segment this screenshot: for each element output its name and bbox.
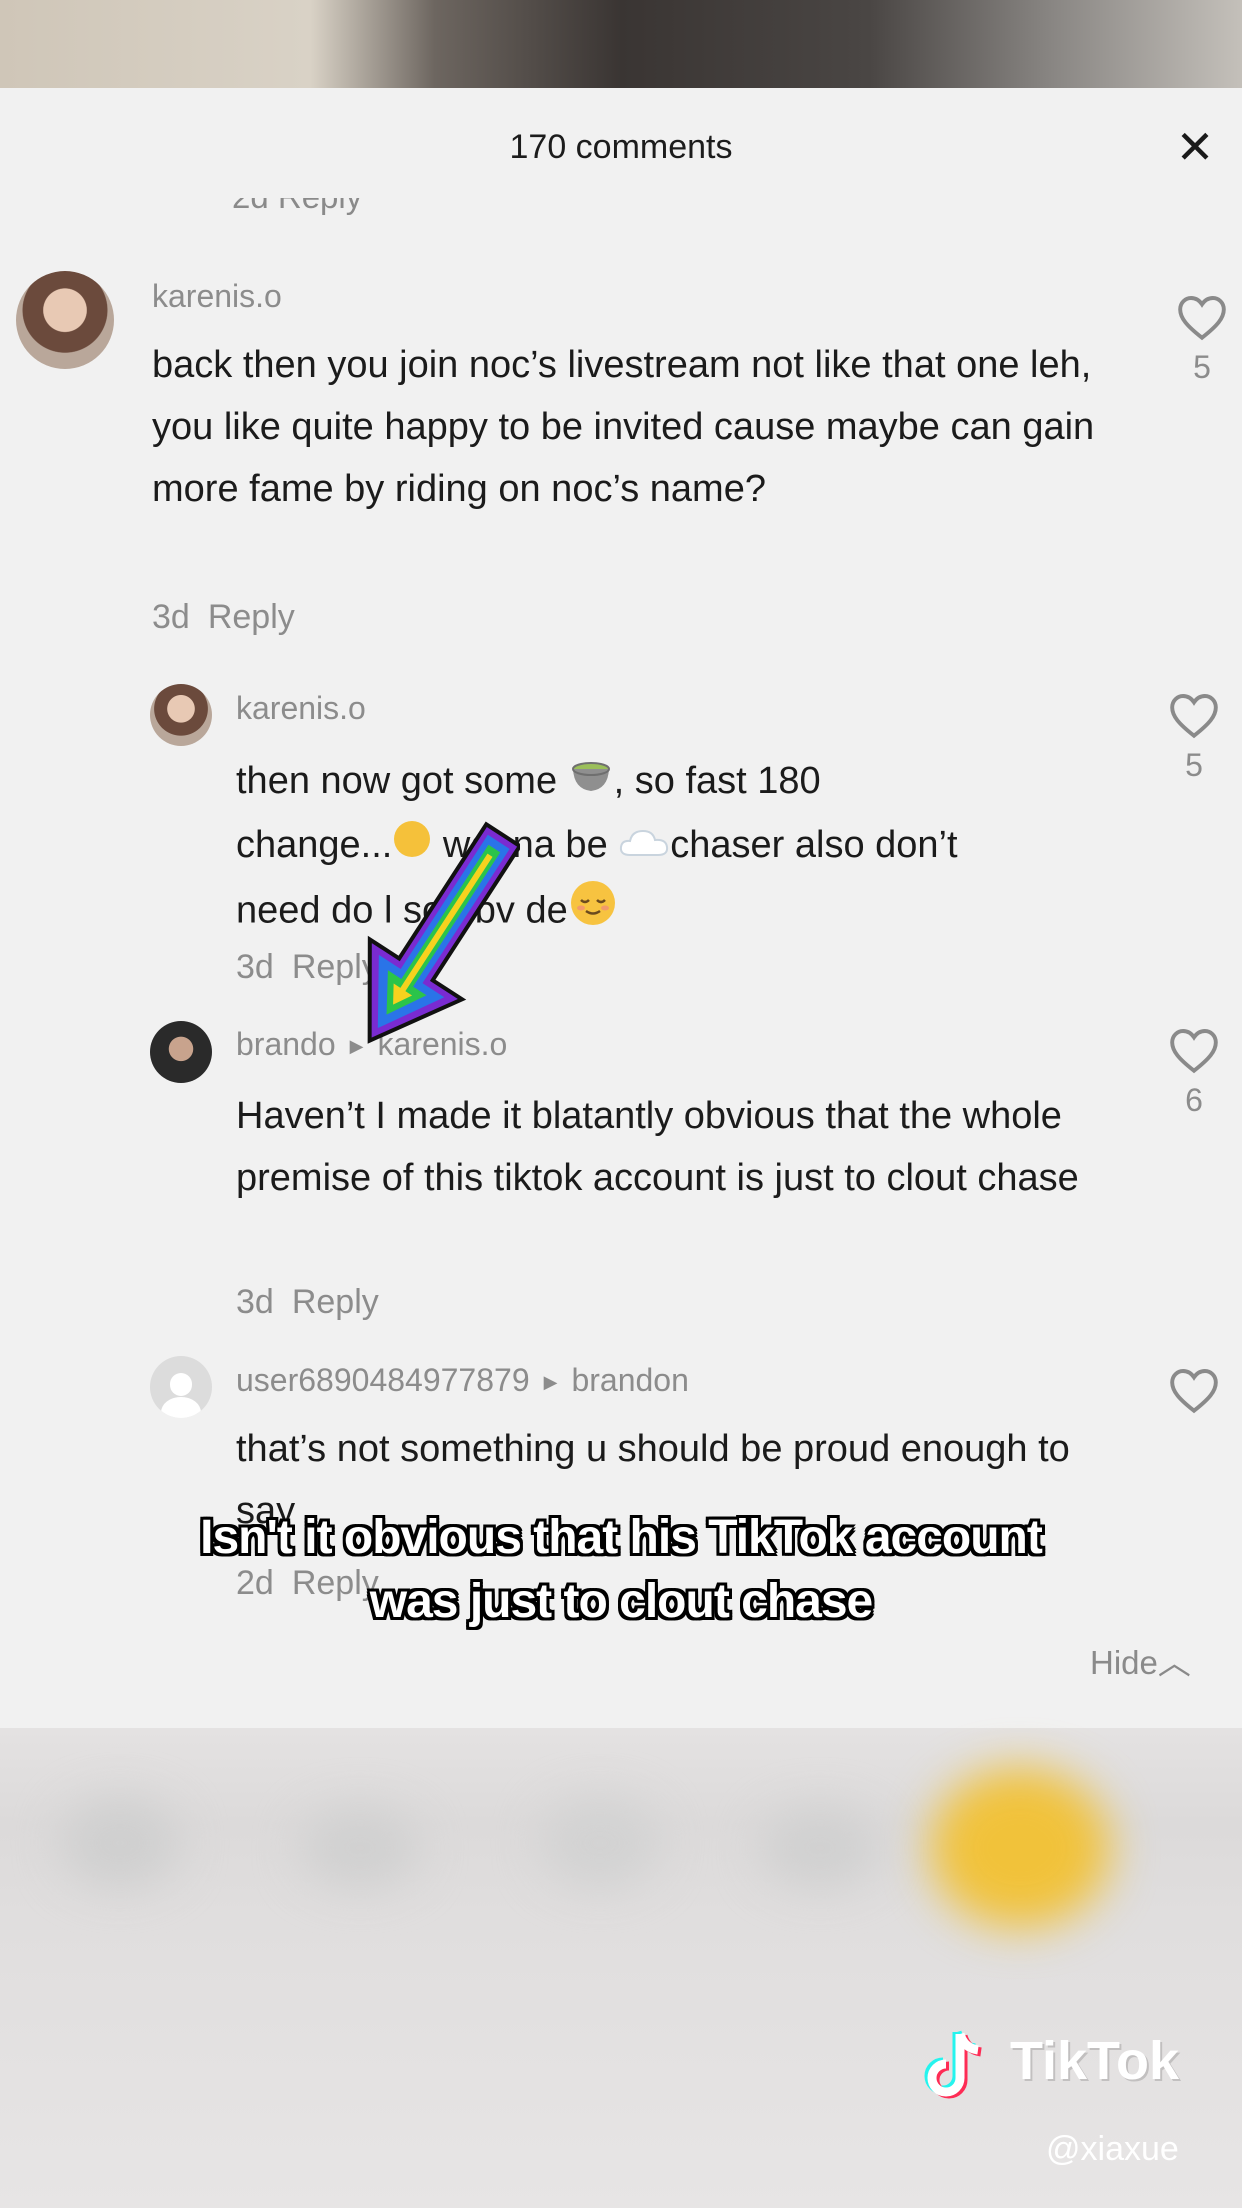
heart-icon: [1170, 1029, 1218, 1074]
cloud-emoji-icon: [618, 816, 670, 878]
reply-arrow-icon: ▶: [543, 1372, 558, 1393]
like-count: 6: [1185, 1082, 1203, 1118]
blurred-shape: [60, 1798, 180, 1888]
comment-text: back then you join noc’s livestream not …: [152, 344, 1095, 510]
tiktok-logo-icon: [924, 2030, 982, 2099]
comment-meta: 3d Reply: [236, 1283, 379, 1322]
relieved-face-emoji-icon: [568, 878, 618, 947]
close-icon[interactable]: ✕: [1170, 124, 1220, 174]
comments-count-title: 170 comments: [509, 128, 733, 166]
comment-username[interactable]: karenis.o: [152, 278, 282, 315]
comments-panel: 170 comments ✕ 2d Reply karenis.o back t…: [0, 88, 1242, 1728]
video-background-top: [0, 0, 1242, 90]
heart-icon: [1170, 1369, 1218, 1414]
like-button[interactable]: 5: [1172, 293, 1232, 386]
comment-time: 3d: [236, 948, 274, 986]
like-button[interactable]: [1164, 1366, 1224, 1414]
like-count: 5: [1193, 349, 1211, 385]
tiktok-brand-text: TikTok: [1010, 2031, 1180, 2091]
avatar[interactable]: [150, 684, 212, 746]
comment-time: 3d: [152, 598, 190, 636]
video-caption-line2: was just to clout chase: [369, 1575, 873, 1628]
heart-icon: [1178, 296, 1226, 341]
comment-time: 3d: [236, 1283, 274, 1321]
like-button[interactable]: 6: [1164, 1026, 1224, 1119]
blurred-shape: [540, 1798, 660, 1888]
comment-text: Haven’t I made it blatantly obvious that…: [236, 1095, 1079, 1199]
heart-icon: [1170, 694, 1218, 739]
reply-button[interactable]: Reply: [208, 598, 295, 636]
matcha-tea-emoji-icon: [568, 752, 614, 814]
chevron-up-icon: ︿: [1157, 1644, 1191, 1681]
hide-replies-button[interactable]: Hide︿: [1090, 1636, 1191, 1684]
blurred-emoji-blob: [930, 1768, 1110, 1928]
reply-button[interactable]: Reply: [292, 1283, 379, 1321]
comment-meta: 3d Reply: [152, 598, 295, 637]
rainbow-arrow-icon: [367, 821, 520, 1044]
comments-header: 170 comments ✕: [0, 88, 1242, 213]
comment-username[interactable]: karenis.o: [236, 690, 366, 727]
avatar[interactable]: [16, 271, 114, 369]
creator-handle: @xiaxue: [1046, 2130, 1179, 2168]
like-button[interactable]: 5: [1164, 691, 1224, 784]
video-caption-line1: Isn't it obvious that his TikTok account: [200, 1511, 1043, 1564]
comment-username[interactable]: user6890484977879 ▶ brandon: [236, 1362, 689, 1399]
cut-off-reply-row: 2d Reply: [232, 198, 362, 224]
avatar[interactable]: [150, 1356, 212, 1418]
blurred-shape: [300, 1808, 420, 1888]
blurred-shape: [760, 1808, 880, 1888]
avatar[interactable]: [150, 1021, 212, 1083]
like-count: 5: [1185, 747, 1203, 783]
